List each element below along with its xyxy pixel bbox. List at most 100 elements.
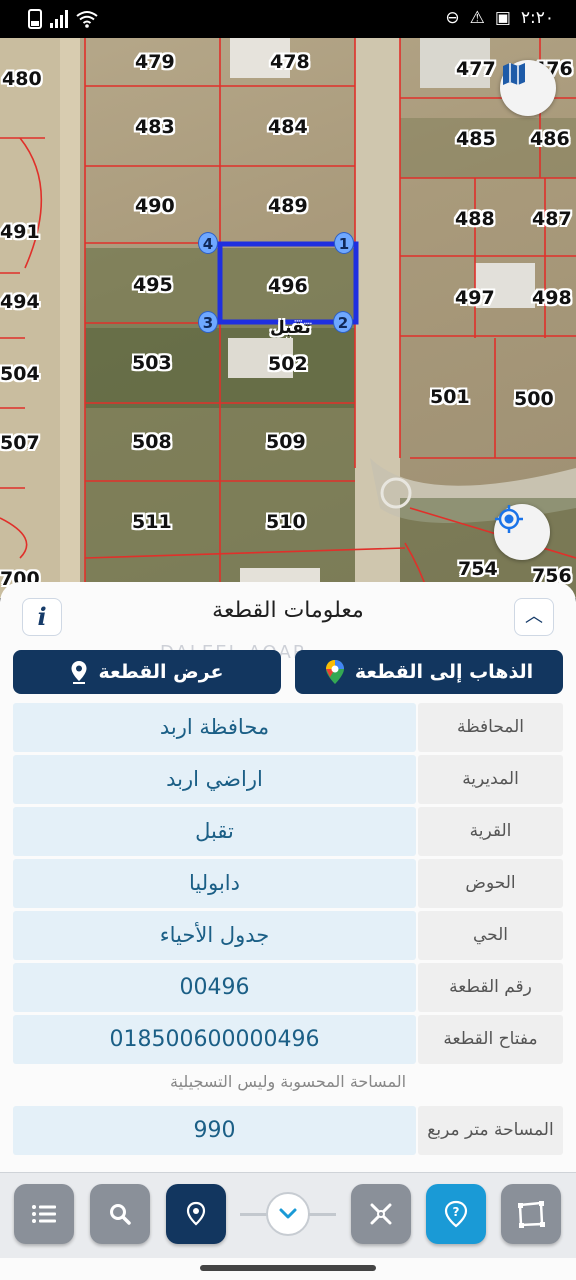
parcel-label[interactable]: 486 <box>530 128 570 150</box>
field-label: رقم القطعة <box>418 963 563 1012</box>
field-row-parcel-key: 018500600000496 مفتاح القطعة <box>13 1015 563 1064</box>
parcel-label[interactable]: 491 <box>0 221 40 243</box>
field-label: الحي <box>418 911 563 960</box>
pin-button[interactable] <box>166 1184 226 1244</box>
goto-parcel-button[interactable]: الذهاب إلى القطعة <box>295 650 563 694</box>
locate-button[interactable] <box>494 504 550 560</box>
parcel-label[interactable]: 508 <box>132 431 172 453</box>
field-label: مفتاح القطعة <box>418 1015 563 1064</box>
field-value: 00496 <box>13 963 416 1012</box>
parcel-label[interactable]: 502 <box>268 353 308 375</box>
measure-button[interactable] <box>351 1184 411 1244</box>
location-pin-icon <box>71 661 87 684</box>
polygon-icon <box>518 1201 545 1228</box>
help-icon: ? <box>444 1200 468 1228</box>
map-layers-button[interactable] <box>500 60 556 116</box>
clock: ٢:٢٠ <box>520 8 554 28</box>
parcel-label[interactable]: 497 <box>455 287 495 309</box>
selected-parcel-label[interactable]: 496 <box>268 275 308 297</box>
parcel-label[interactable]: 503 <box>132 352 172 374</box>
parcel-label[interactable]: 489 <box>268 195 308 217</box>
status-right: ⊖ ⚠ ▣ ٢:٢٠ <box>445 8 554 28</box>
field-label: المحافظة <box>418 703 563 752</box>
collapse-button[interactable]: ︿ <box>514 598 554 636</box>
help-button[interactable]: ? <box>426 1184 486 1244</box>
gallery-icon: ▣ <box>494 8 511 28</box>
vertex-marker[interactable]: 4 <box>198 232 218 254</box>
field-row-basin: دابوليا الحوض <box>13 859 563 908</box>
parcel-label[interactable]: 509 <box>266 431 306 453</box>
vertex-marker[interactable]: 3 <box>198 311 218 333</box>
vertex-marker[interactable]: 1 <box>334 232 354 254</box>
expand-toggle-button[interactable] <box>266 1192 310 1236</box>
google-maps-pin-icon <box>325 660 344 684</box>
panel-header: i معلومات القطعة ︿ <box>0 582 576 644</box>
field-label: الحوض <box>418 859 563 908</box>
parcel-label[interactable]: 484 <box>268 116 308 138</box>
show-parcel-label: عرض القطعة <box>98 661 224 683</box>
parcel-label[interactable]: 477 <box>456 58 496 80</box>
battery-icon <box>28 9 42 29</box>
signal-icon <box>50 10 68 28</box>
parcel-label[interactable]: 504 <box>0 363 40 385</box>
parcel-label[interactable]: 498 <box>532 287 572 309</box>
field-value: اراضي اربد <box>13 755 416 804</box>
parcel-map[interactable]: 480 479 478 477 476 483 484 485 486 490 … <box>0 38 576 598</box>
field-value: جدول الأحياء <box>13 911 416 960</box>
parcel-label[interactable]: 488 <box>455 208 495 230</box>
parcel-label[interactable]: 494 <box>0 291 40 313</box>
show-parcel-button[interactable]: عرض القطعة <box>13 650 281 694</box>
parcel-label[interactable]: 511 <box>132 511 172 533</box>
parcel-fields: محافظة اربد المحافظة اراضي اربد المديرية… <box>13 703 563 1067</box>
area-note: المساحة المحسوبة وليس التسجيلية <box>169 1072 407 1091</box>
village-map-label: تقبل <box>270 318 311 338</box>
info-button[interactable]: i <box>22 598 62 636</box>
polygon-button[interactable] <box>501 1184 561 1244</box>
parcel-label[interactable]: 479 <box>135 51 175 73</box>
chevron-up-icon: ︿ <box>525 606 543 627</box>
parcel-label[interactable]: 501 <box>430 386 470 408</box>
field-label: المساحة متر مربع <box>418 1106 563 1155</box>
field-row-parcel-number: 00496 رقم القطعة <box>13 963 563 1012</box>
parcel-label[interactable]: 510 <box>266 511 306 533</box>
parcel-label[interactable]: 478 <box>270 51 310 73</box>
parcel-label[interactable]: 500 <box>514 388 554 410</box>
bottom-toolbar: ? <box>0 1172 576 1258</box>
vertex-marker[interactable]: 2 <box>333 311 353 333</box>
field-value: 990 <box>13 1106 416 1155</box>
panel-title: معلومات القطعة <box>212 598 364 623</box>
field-row-village: تقبل القرية <box>13 807 563 856</box>
home-indicator <box>200 1265 376 1271</box>
list-icon <box>32 1205 56 1223</box>
parcel-label[interactable]: 487 <box>532 208 572 230</box>
field-row-district: جدول الأحياء الحي <box>13 911 563 960</box>
parcel-label[interactable]: 507 <box>0 432 40 454</box>
svg-text:?: ? <box>453 1205 460 1219</box>
dnd-icon: ⊖ <box>445 8 460 28</box>
parcel-label[interactable]: 483 <box>135 116 175 138</box>
field-value: 018500600000496 <box>13 1015 416 1064</box>
field-value: تقبل <box>13 807 416 856</box>
pin-icon <box>186 1201 206 1226</box>
status-bar: ⊖ ⚠ ▣ ٢:٢٠ <box>0 0 576 38</box>
field-row-area: 990 المساحة متر مربع <box>13 1106 563 1155</box>
field-value: دابوليا <box>13 859 416 908</box>
status-left <box>28 9 98 29</box>
chevron-down-icon <box>279 1208 297 1219</box>
info-icon: i <box>37 602 47 631</box>
field-row-directorate: اراضي اربد المديرية <box>13 755 563 804</box>
parcel-label[interactable]: 485 <box>456 128 496 150</box>
field-label: المديرية <box>418 755 563 804</box>
field-value: محافظة اربد <box>13 703 416 752</box>
search-icon <box>110 1204 131 1225</box>
parcel-label[interactable]: 754 <box>458 558 498 580</box>
field-row-governorate: محافظة اربد المحافظة <box>13 703 563 752</box>
parcel-label[interactable]: 480 <box>2 68 42 90</box>
locate-icon <box>495 505 523 533</box>
search-button[interactable] <box>90 1184 150 1244</box>
toolbar-divider <box>240 1213 268 1216</box>
parcel-label[interactable]: 490 <box>135 195 175 217</box>
parcel-label[interactable]: 495 <box>133 274 173 296</box>
measure-icon <box>370 1203 392 1225</box>
list-button[interactable] <box>14 1184 74 1244</box>
